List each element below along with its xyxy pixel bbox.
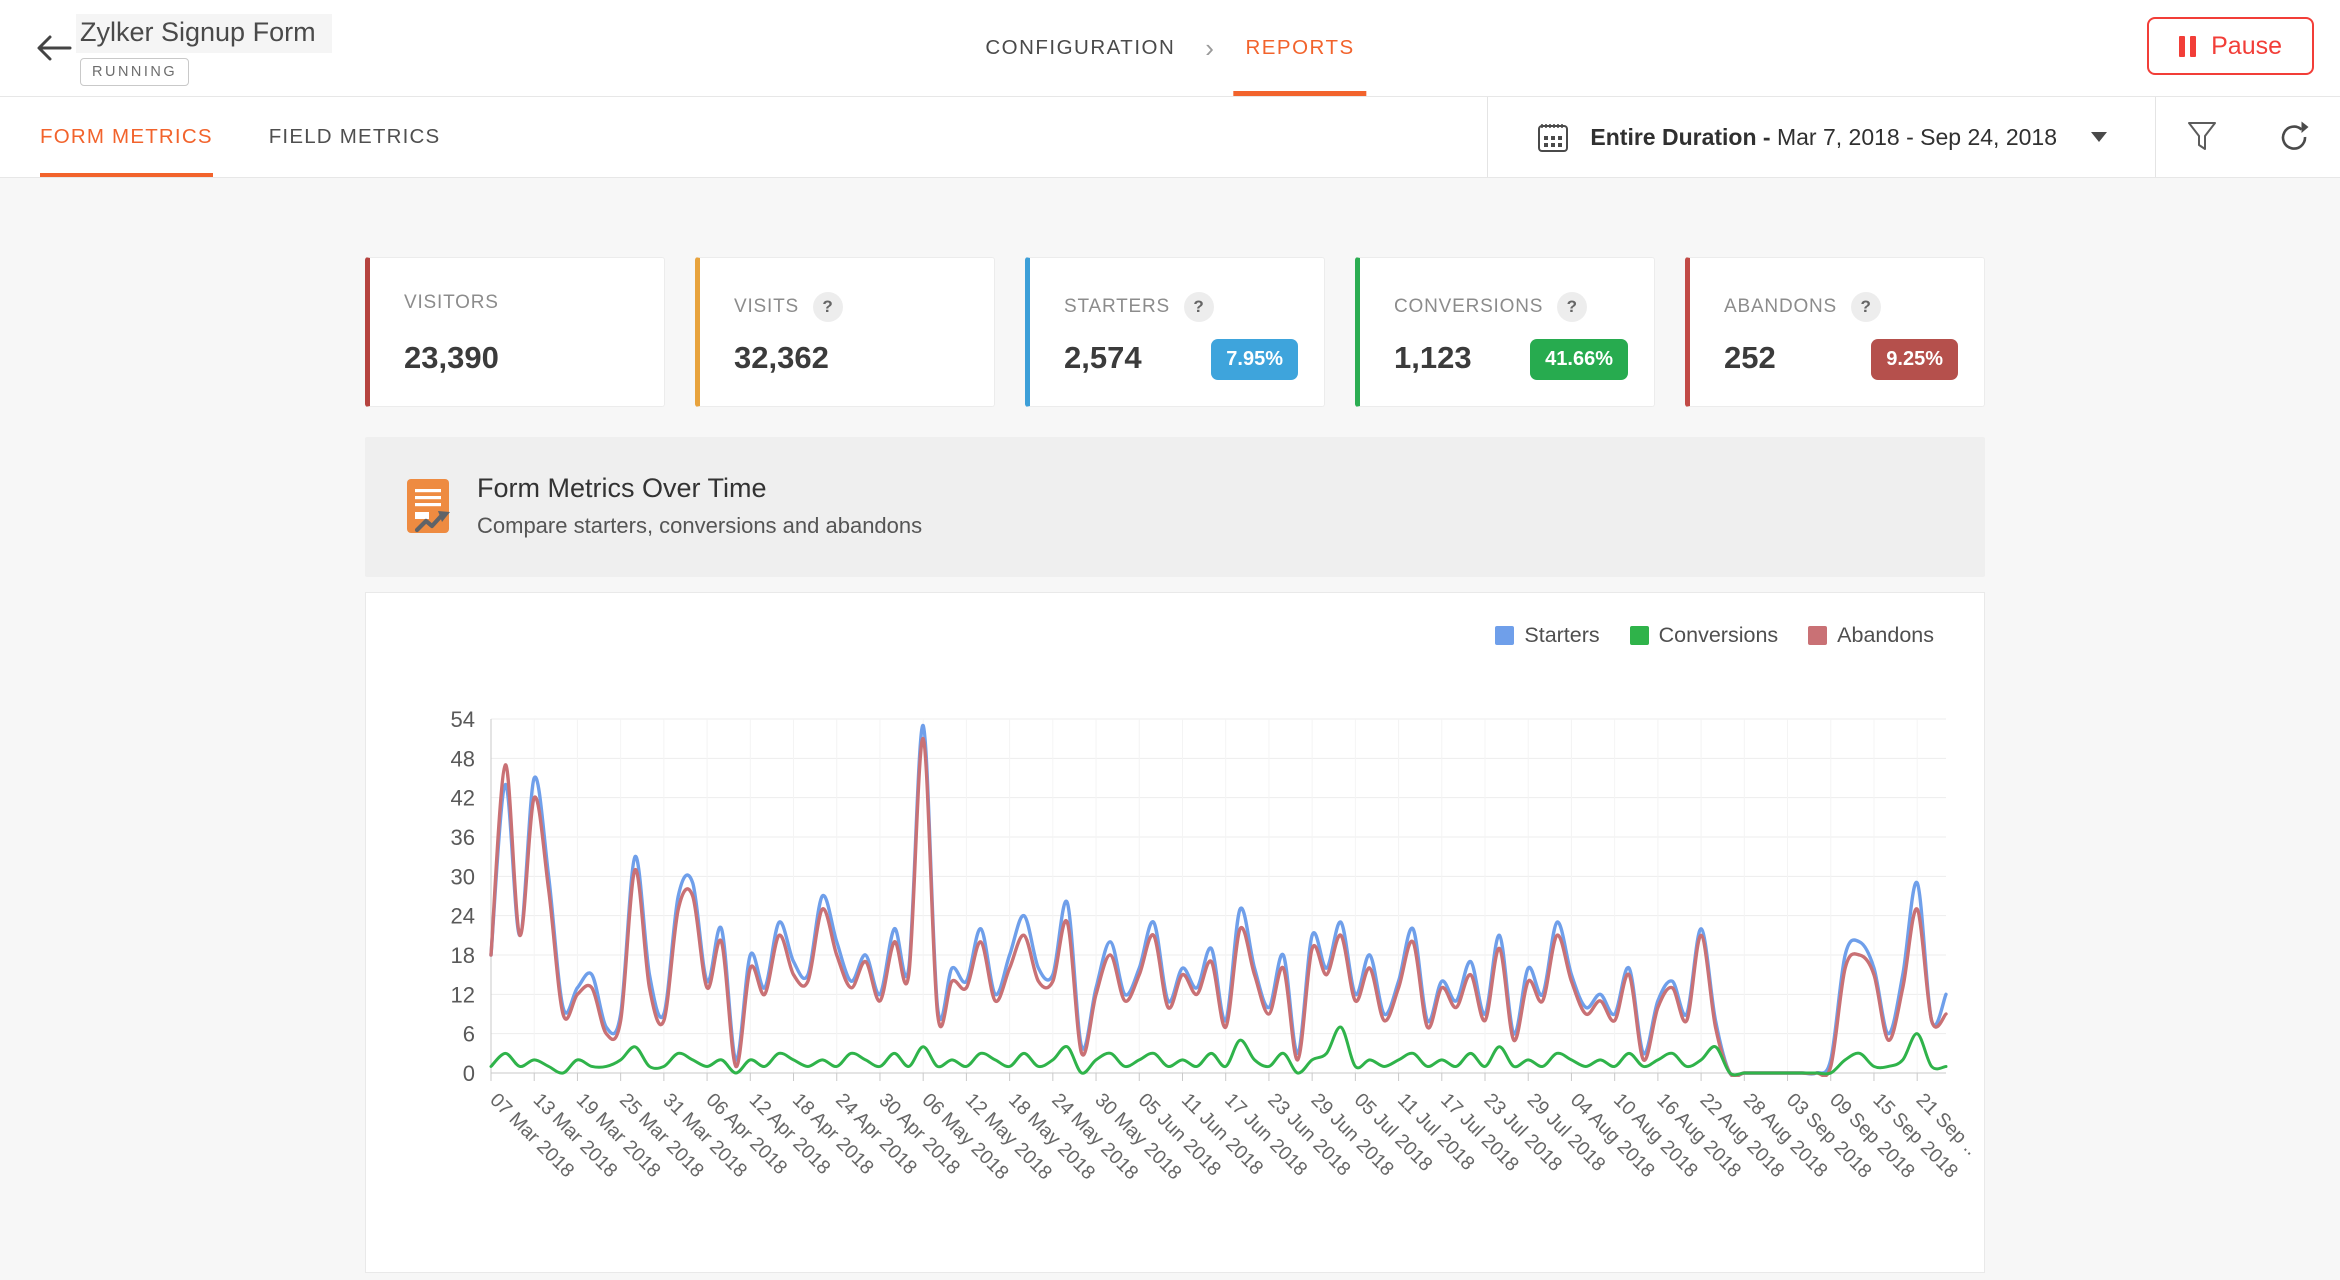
tab-form-metrics[interactable]: FORM METRICS	[40, 97, 213, 177]
card-visits: VISITS ? 32,362	[695, 257, 995, 407]
card-abandons: ABANDONS ? 252 9.25%	[1685, 257, 1985, 407]
svg-text:18: 18	[451, 943, 475, 968]
pause-button[interactable]: Pause	[2147, 17, 2314, 75]
card-value: 32,362	[734, 340, 829, 375]
chevron-right-icon: ›	[1205, 32, 1216, 63]
svg-text:24: 24	[451, 904, 475, 929]
report-toolbar: Entire Duration - Mar 7, 2018 - Sep 24, …	[1487, 97, 2340, 177]
report-document-icon	[407, 479, 450, 533]
card-value: 252	[1724, 340, 1776, 375]
help-icon[interactable]: ?	[812, 292, 843, 322]
refresh-icon	[2281, 121, 2309, 150]
card-label: VISITS	[734, 296, 799, 317]
date-range-picker[interactable]: Entire Duration - Mar 7, 2018 - Sep 24, …	[1487, 97, 2155, 177]
card-value: 2,574	[1064, 340, 1142, 375]
breadcrumb-configuration[interactable]: CONFIGURATION	[985, 0, 1175, 96]
back-arrow-icon[interactable]	[34, 32, 74, 64]
breadcrumb-reports[interactable]: REPORTS	[1233, 0, 1367, 96]
metric-cards-row: VISITORS 23,390 VISITS ? 32,362 STARTERS…	[365, 257, 1985, 407]
refresh-button[interactable]	[2248, 97, 2340, 177]
percentage-badge: 7.95%	[1211, 339, 1298, 380]
svg-text:36: 36	[451, 825, 475, 850]
breadcrumb: CONFIGURATION › REPORTS	[985, 0, 1367, 96]
card-value: 1,123	[1394, 340, 1472, 375]
status-badge: RUNNING	[80, 58, 190, 86]
date-range-label: Entire Duration - Mar 7, 2018 - Sep 24, …	[1590, 124, 2057, 151]
pause-icon	[2179, 35, 2197, 57]
card-label: CONVERSIONS	[1394, 296, 1544, 317]
card-starters: STARTERS ? 2,574 7.95%	[1025, 257, 1325, 407]
card-label: VISITORS	[404, 292, 499, 313]
tab-field-metrics[interactable]: FIELD METRICS	[269, 97, 441, 177]
svg-text:12: 12	[451, 982, 475, 1007]
pause-button-label: Pause	[2211, 31, 2282, 60]
svg-text:42: 42	[451, 786, 475, 811]
card-label: STARTERS	[1064, 296, 1170, 317]
calendar-icon	[1538, 124, 1569, 152]
date-range-mode: Entire Duration -	[1590, 123, 1771, 150]
card-label: ABANDONS	[1724, 296, 1838, 317]
card-value: 23,390	[404, 340, 499, 375]
metrics-line-chart: 06121824303642485407 Mar 201813 Mar 2018…	[451, 707, 1983, 1184]
filter-icon	[2188, 122, 2216, 150]
section-banner: Form Metrics Over Time Compare starters,…	[365, 437, 1985, 577]
section-title: Form Metrics Over Time	[477, 473, 767, 503]
svg-text:30: 30	[451, 864, 475, 889]
svg-text:6: 6	[463, 1022, 475, 1047]
percentage-badge: 41.66%	[1530, 339, 1628, 380]
chart-card: Starters Conversions Abandons 0 6 12 18 24 30…	[365, 592, 1985, 1273]
page-title: Zylker Signup Form	[76, 14, 332, 53]
help-icon[interactable]: ?	[1557, 292, 1588, 322]
svg-text:48: 48	[451, 746, 475, 771]
svg-text:0: 0	[463, 1061, 475, 1086]
chevron-down-icon	[2091, 132, 2107, 142]
card-visitors: VISITORS 23,390	[365, 257, 665, 407]
card-conversions: CONVERSIONS ? 1,123 41.66%	[1355, 257, 1655, 407]
svg-text:54: 54	[451, 707, 475, 732]
filter-button[interactable]	[2155, 97, 2248, 177]
section-subtitle: Compare starters, conversions and abando…	[477, 513, 923, 538]
help-icon[interactable]: ?	[1851, 292, 1882, 322]
help-icon[interactable]: ?	[1184, 292, 1214, 322]
date-range-value: Mar 7, 2018 - Sep 24, 2018	[1770, 123, 2057, 150]
percentage-badge: 9.25%	[1871, 339, 1958, 380]
top-header: Zylker Signup Form RUNNING CONFIGURATION…	[0, 0, 2340, 97]
metrics-tab-bar: FORM METRICS FIELD METRICS Entire Durati…	[0, 97, 2340, 178]
